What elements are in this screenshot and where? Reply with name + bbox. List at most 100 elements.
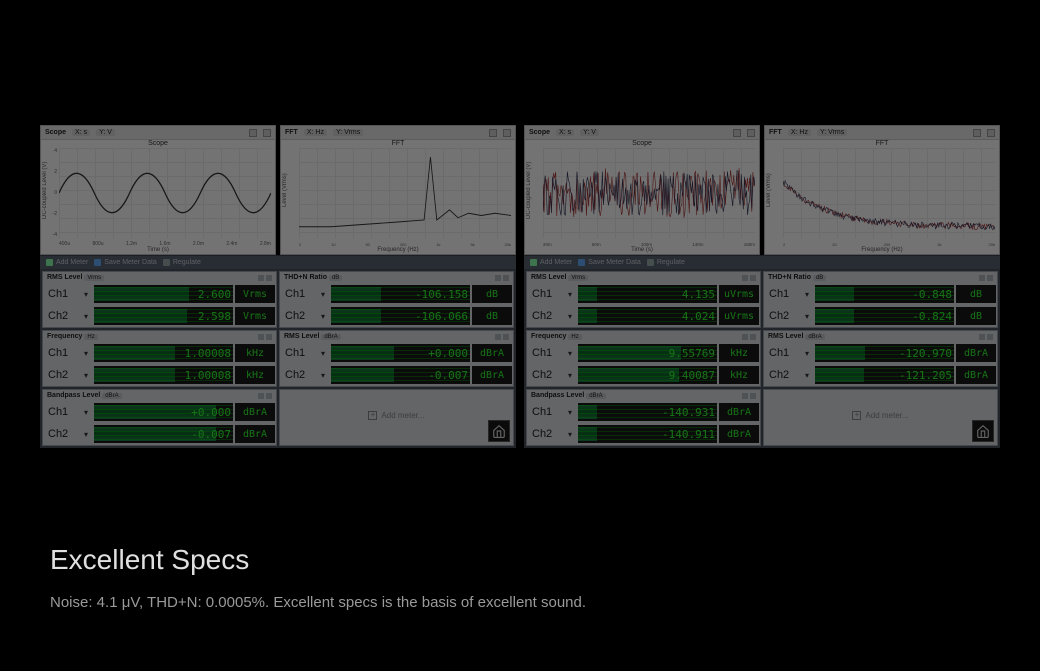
dropdown-icon[interactable]: ▾: [84, 349, 92, 358]
meter-bar[interactable]: +0.000: [331, 344, 470, 362]
pin-icon[interactable]: [742, 275, 748, 281]
pin-icon[interactable]: [495, 275, 501, 281]
meter-bar[interactable]: -120.970: [815, 344, 954, 362]
save-meter-data-button[interactable]: Save Meter Data: [578, 259, 641, 266]
close-icon[interactable]: [266, 393, 272, 399]
pin-icon[interactable]: [979, 334, 985, 340]
dropdown-icon[interactable]: ▾: [805, 290, 813, 299]
dropdown-icon[interactable]: ▾: [568, 408, 576, 417]
settings-icon[interactable]: [973, 129, 981, 137]
dropdown-icon[interactable]: ▾: [805, 349, 813, 358]
meter-unit-token[interactable]: Hz: [84, 334, 97, 340]
close-icon[interactable]: [503, 275, 509, 281]
fft-plot[interactable]: [783, 148, 995, 238]
save-meter-data-button[interactable]: Save Meter Data: [94, 259, 157, 266]
meter-unit-token[interactable]: dBrA: [102, 393, 121, 399]
meter-bar[interactable]: 9.55769: [578, 344, 717, 362]
meter-bar[interactable]: 4.135: [578, 285, 717, 303]
meter-bar[interactable]: 4.024: [578, 307, 717, 325]
meter-unit-token[interactable]: dBrA: [586, 393, 605, 399]
meter-unit-token[interactable]: dBrA: [805, 334, 824, 340]
settings-icon[interactable]: [249, 129, 257, 137]
meter-bar[interactable]: 1.00008: [94, 344, 233, 362]
pin-icon[interactable]: [258, 275, 264, 281]
add-meter-box[interactable]: + Add meter...: [279, 389, 514, 446]
close-icon[interactable]: [987, 334, 993, 340]
pin-icon[interactable]: [258, 334, 264, 340]
scope-x-token[interactable]: X: s: [72, 129, 90, 136]
meter-unit-token[interactable]: dBrA: [321, 334, 340, 340]
home-icon[interactable]: [488, 420, 510, 442]
fft-y-token[interactable]: Y: Vrms: [817, 129, 847, 136]
close-icon[interactable]: [266, 334, 272, 340]
close-icon[interactable]: [503, 334, 509, 340]
dropdown-icon[interactable]: ▾: [805, 312, 813, 321]
meter-unit-token[interactable]: Hz: [568, 334, 581, 340]
scope-chart[interactable]: Scope X: s Y: V Scope 20m60m100m140m180m: [524, 125, 760, 255]
settings-icon[interactable]: [733, 129, 741, 137]
settings-icon[interactable]: [489, 129, 497, 137]
meter-bar[interactable]: 2.598: [94, 307, 233, 325]
pin-icon[interactable]: [258, 393, 264, 399]
fft-y-token[interactable]: Y: Vrms: [333, 129, 363, 136]
dropdown-icon[interactable]: ▾: [321, 371, 329, 380]
dropdown-icon[interactable]: ▾: [321, 312, 329, 321]
close-icon[interactable]: [266, 275, 272, 281]
expand-icon[interactable]: [503, 129, 511, 137]
scope-y-token[interactable]: Y: V: [96, 129, 115, 136]
meter-bar[interactable]: 2.600: [94, 285, 233, 303]
meter-unit-token[interactable]: dB: [329, 275, 342, 281]
scope-chart[interactable]: Scope X: s Y: V Scope 420-2-4: [40, 125, 276, 255]
meter-unit-token[interactable]: Vrms: [84, 275, 104, 281]
meter-bar[interactable]: 9.40087: [578, 366, 717, 384]
meter-bar[interactable]: -140.931: [578, 403, 717, 421]
add-meter-button[interactable]: Add Meter: [46, 259, 88, 266]
dropdown-icon[interactable]: ▾: [321, 349, 329, 358]
dropdown-icon[interactable]: ▾: [84, 430, 92, 439]
regulate-button[interactable]: Regulate: [647, 259, 685, 266]
dropdown-icon[interactable]: ▾: [84, 408, 92, 417]
expand-icon[interactable]: [263, 129, 271, 137]
meter-bar[interactable]: -106.158: [331, 285, 470, 303]
meter-bar[interactable]: -0.824: [815, 307, 954, 325]
plus-icon[interactable]: +: [852, 411, 861, 420]
dropdown-icon[interactable]: ▾: [568, 371, 576, 380]
meter-bar[interactable]: 1.00008: [94, 366, 233, 384]
dropdown-icon[interactable]: ▾: [568, 430, 576, 439]
meter-bar[interactable]: -0.848: [815, 285, 954, 303]
pin-icon[interactable]: [742, 334, 748, 340]
dropdown-icon[interactable]: ▾: [568, 312, 576, 321]
dropdown-icon[interactable]: ▾: [805, 371, 813, 380]
fft-plot[interactable]: [299, 148, 511, 238]
meter-unit-token[interactable]: Vrms: [568, 275, 588, 281]
fft-chart[interactable]: FFT X: Hz Y: Vrms FFT 2202002k20k: [764, 125, 1000, 255]
scope-plot[interactable]: [59, 148, 271, 238]
plus-icon[interactable]: +: [368, 411, 377, 420]
meter-unit-token[interactable]: dB: [813, 275, 826, 281]
dropdown-icon[interactable]: ▾: [568, 349, 576, 358]
close-icon[interactable]: [987, 275, 993, 281]
pin-icon[interactable]: [495, 334, 501, 340]
dropdown-icon[interactable]: ▾: [321, 290, 329, 299]
scope-plot[interactable]: [543, 148, 755, 238]
pin-icon[interactable]: [979, 275, 985, 281]
pin-icon[interactable]: [742, 393, 748, 399]
close-icon[interactable]: [750, 275, 756, 281]
meter-bar[interactable]: -0.007: [94, 425, 233, 443]
home-icon[interactable]: [972, 420, 994, 442]
meter-bar[interactable]: +0.000: [94, 403, 233, 421]
regulate-button[interactable]: Regulate: [163, 259, 201, 266]
dropdown-icon[interactable]: ▾: [84, 371, 92, 380]
close-icon[interactable]: [750, 393, 756, 399]
dropdown-icon[interactable]: ▾: [568, 290, 576, 299]
close-icon[interactable]: [750, 334, 756, 340]
add-meter-placeholder[interactable]: + Add meter...: [764, 390, 997, 440]
dropdown-icon[interactable]: ▾: [84, 312, 92, 321]
add-meter-button[interactable]: Add Meter: [530, 259, 572, 266]
fft-chart[interactable]: FFT X: Hz Y: Vrms FFT 210502001k5k20k Fr…: [280, 125, 516, 255]
fft-x-token[interactable]: X: Hz: [304, 129, 327, 136]
scope-y-token[interactable]: Y: V: [580, 129, 599, 136]
expand-icon[interactable]: [987, 129, 995, 137]
add-meter-box[interactable]: + Add meter...: [763, 389, 998, 446]
fft-x-token[interactable]: X: Hz: [788, 129, 811, 136]
